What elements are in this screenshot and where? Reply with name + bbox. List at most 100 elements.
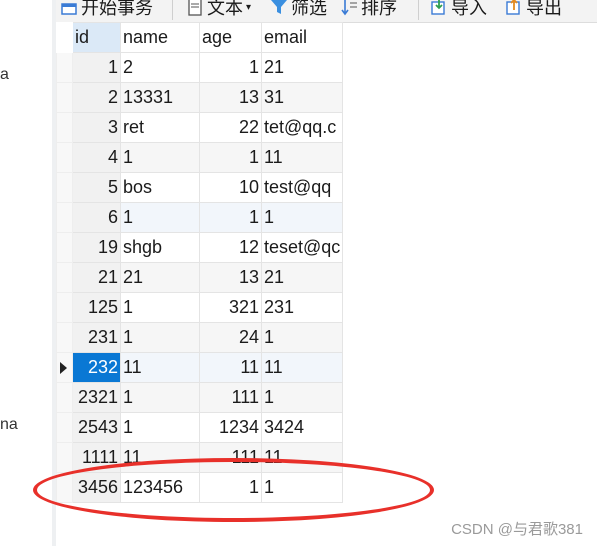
- row-indicator[interactable]: [56, 262, 73, 293]
- table-row[interactable]: 21 21 13 21: [56, 262, 344, 293]
- column-header-age[interactable]: age: [199, 22, 262, 53]
- cell-email[interactable]: 21: [260, 52, 344, 83]
- cell-id[interactable]: 5: [72, 172, 121, 203]
- import-button[interactable]: 导入: [430, 0, 487, 20]
- table-row[interactable]: 231 1 24 1: [56, 322, 344, 353]
- cell-age[interactable]: 13: [199, 262, 262, 293]
- cell-name[interactable]: 13331: [120, 82, 200, 113]
- cell-id[interactable]: 1: [72, 52, 121, 83]
- cell-id[interactable]: 21: [72, 262, 121, 293]
- table-row[interactable]: 1111 11 111 11: [56, 442, 344, 473]
- cell-email[interactable]: 1: [260, 382, 344, 413]
- cell-email[interactable]: 1: [260, 472, 344, 503]
- row-indicator[interactable]: [56, 172, 73, 203]
- cell-name[interactable]: 1: [120, 292, 200, 323]
- row-indicator[interactable]: [56, 322, 73, 353]
- cell-id[interactable]: 2: [72, 82, 121, 113]
- row-indicator[interactable]: [56, 202, 73, 233]
- cell-age[interactable]: 24: [199, 322, 262, 353]
- cell-name[interactable]: 1: [120, 142, 200, 173]
- cell-name[interactable]: 1: [120, 322, 200, 353]
- row-indicator[interactable]: [56, 442, 73, 473]
- table-row[interactable]: 19 shgb 12 teset@qc: [56, 232, 344, 263]
- cell-name[interactable]: shgb: [120, 232, 200, 263]
- cell-id[interactable]: 1111: [72, 442, 121, 473]
- text-button[interactable]: 文本 ▾: [186, 0, 251, 20]
- cell-age[interactable]: 1: [199, 472, 262, 503]
- row-indicator[interactable]: [56, 142, 73, 173]
- table-row[interactable]: 232111111: [56, 382, 344, 413]
- cell-id[interactable]: 231: [72, 322, 121, 353]
- cell-name[interactable]: 2: [120, 52, 200, 83]
- cell-age[interactable]: 111: [199, 442, 262, 473]
- cell-age[interactable]: 12: [199, 232, 262, 263]
- table-row[interactable]: 3456 123456 1 1: [56, 472, 344, 503]
- table-row[interactable]: 2543 1 1234 3424: [56, 412, 344, 443]
- cell-email[interactable]: 11: [260, 142, 344, 173]
- row-indicator[interactable]: [56, 472, 73, 503]
- row-indicator[interactable]: [56, 52, 73, 83]
- export-button[interactable]: 导出: [505, 0, 562, 20]
- cell-name[interactable]: 1: [120, 202, 200, 233]
- cell-email[interactable]: 31: [260, 82, 344, 113]
- cell-email[interactable]: 3424: [260, 412, 344, 443]
- cell-age[interactable]: 1: [199, 142, 262, 173]
- cell-id[interactable]: 4: [72, 142, 121, 173]
- row-indicator[interactable]: [56, 232, 73, 263]
- cell-email[interactable]: 21: [260, 262, 344, 293]
- cell-age[interactable]: 22: [199, 112, 262, 143]
- cell-name[interactable]: 1: [120, 412, 200, 443]
- column-header-id[interactable]: id: [72, 22, 121, 53]
- cell-age[interactable]: 1: [199, 202, 262, 233]
- column-header-email[interactable]: email: [260, 22, 344, 53]
- table-row[interactable]: 6111: [56, 202, 344, 233]
- cell-email[interactable]: 231: [260, 292, 344, 323]
- table-row[interactable]: 4 1 1 11: [56, 142, 344, 173]
- row-indicator[interactable]: [56, 382, 73, 413]
- cell-id[interactable]: 6: [72, 202, 121, 233]
- cell-age[interactable]: 111: [199, 382, 262, 413]
- row-indicator[interactable]: [56, 112, 73, 143]
- sort-button[interactable]: 排序: [340, 0, 397, 20]
- cell-id[interactable]: 232: [72, 352, 121, 383]
- row-indicator[interactable]: [56, 82, 73, 113]
- cell-age[interactable]: 321: [199, 292, 262, 323]
- cell-email[interactable]: teset@qc: [260, 232, 344, 263]
- cell-email[interactable]: 1: [260, 322, 344, 353]
- cell-age[interactable]: 11: [199, 352, 262, 383]
- cell-id[interactable]: 2321: [72, 382, 121, 413]
- cell-name[interactable]: 21: [120, 262, 200, 293]
- cell-id[interactable]: 125: [72, 292, 121, 323]
- cell-id[interactable]: 3: [72, 112, 121, 143]
- begin-transaction-button[interactable]: 开始事务: [60, 0, 153, 20]
- column-header-name[interactable]: name: [120, 22, 200, 53]
- table-row[interactable]: 5 bos 10 test@qq: [56, 172, 344, 203]
- cell-id[interactable]: 2543: [72, 412, 121, 443]
- cell-name[interactable]: bos: [120, 172, 200, 203]
- cell-name[interactable]: 123456: [120, 472, 200, 503]
- cell-email[interactable]: 11: [260, 442, 344, 473]
- cell-age[interactable]: 1234: [199, 412, 262, 443]
- row-indicator[interactable]: [56, 412, 73, 443]
- filter-button[interactable]: 筛选: [270, 0, 327, 20]
- table-row[interactable]: 2 13331 13 31: [56, 82, 344, 113]
- table-row[interactable]: 125 1 321 231: [56, 292, 344, 323]
- cell-email[interactable]: tet@qq.c: [260, 112, 344, 143]
- cell-name[interactable]: ret: [120, 112, 200, 143]
- cell-age[interactable]: 10: [199, 172, 262, 203]
- table-row[interactable]: 1 2 1 21: [56, 52, 344, 83]
- cell-email[interactable]: 11: [260, 352, 344, 383]
- cell-email[interactable]: 1: [260, 202, 344, 233]
- table-row[interactable]: 232111111: [56, 352, 344, 383]
- cell-name[interactable]: 11: [120, 352, 200, 383]
- cell-age[interactable]: 1: [199, 52, 262, 83]
- cell-id[interactable]: 19: [72, 232, 121, 263]
- cell-id[interactable]: 3456: [72, 472, 121, 503]
- cell-age[interactable]: 13: [199, 82, 262, 113]
- sidebar-fragment[interactable]: a: [0, 66, 9, 84]
- row-indicator[interactable]: [56, 292, 73, 323]
- sidebar-fragment[interactable]: na: [0, 416, 18, 434]
- cell-email[interactable]: test@qq: [260, 172, 344, 203]
- cell-name[interactable]: 1: [120, 382, 200, 413]
- table-row[interactable]: 3 ret 22 tet@qq.c: [56, 112, 344, 143]
